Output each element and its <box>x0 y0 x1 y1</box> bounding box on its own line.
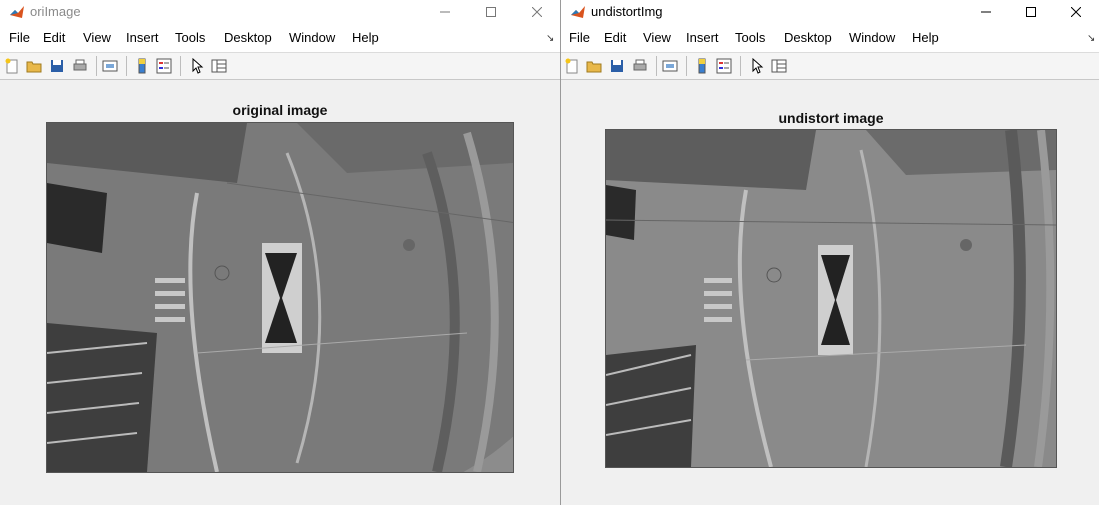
dock-arrow-icon[interactable]: ↘ <box>546 33 554 44</box>
figure-window-undistortimg: undistortImg File Edit View Insert Tools… <box>561 0 1099 505</box>
axes-title: original image <box>232 102 328 118</box>
menu-file[interactable]: File <box>569 30 590 46</box>
figure-toolbar <box>0 52 560 80</box>
title-bar[interactable]: undistortImg <box>561 0 1099 24</box>
minimize-button[interactable] <box>422 0 468 24</box>
minimize-button[interactable] <box>963 0 1009 24</box>
legend-icon[interactable] <box>715 57 733 75</box>
menu-window[interactable]: Window <box>849 30 895 46</box>
image-axes[interactable] <box>605 129 1057 468</box>
menu-view[interactable]: View <box>83 30 111 46</box>
menu-edit[interactable]: Edit <box>43 30 65 46</box>
menu-desktop[interactable]: Desktop <box>784 30 832 46</box>
close-button[interactable] <box>1053 0 1099 24</box>
axes-title: undistort image <box>778 110 884 126</box>
menu-edit[interactable]: Edit <box>604 30 626 46</box>
title-bar[interactable]: oriImage <box>0 0 560 24</box>
new-figure-icon[interactable] <box>563 57 581 75</box>
new-figure-icon[interactable] <box>3 57 21 75</box>
minimize-icon <box>981 11 991 13</box>
menu-window[interactable]: Window <box>289 30 335 46</box>
dock-arrow-icon[interactable]: ↘ <box>1087 33 1095 44</box>
menu-tools[interactable]: Tools <box>175 30 205 46</box>
property-inspector-icon[interactable] <box>210 57 228 75</box>
menu-bar: File Edit View Insert Tools Desktop Wind… <box>561 24 1099 52</box>
menu-insert[interactable]: Insert <box>686 30 719 46</box>
pointer-icon[interactable] <box>748 57 766 75</box>
save-icon[interactable] <box>48 57 66 75</box>
window-title: undistortImg <box>591 4 663 19</box>
close-icon <box>532 7 542 17</box>
maximize-icon <box>1026 7 1036 17</box>
menu-bar: File Edit View Insert Tools Desktop Wind… <box>0 24 560 52</box>
close-icon <box>1071 7 1081 17</box>
print-icon[interactable] <box>71 57 89 75</box>
legend-icon[interactable] <box>155 57 173 75</box>
menu-help[interactable]: Help <box>352 30 379 46</box>
maximize-icon <box>486 7 496 17</box>
print-icon[interactable] <box>631 57 649 75</box>
link-plot-icon[interactable] <box>661 57 679 75</box>
save-icon[interactable] <box>608 57 626 75</box>
menu-file[interactable]: File <box>9 30 30 46</box>
matlab-icon <box>10 6 24 18</box>
menu-tools[interactable]: Tools <box>735 30 765 46</box>
menu-view[interactable]: View <box>643 30 671 46</box>
maximize-button[interactable] <box>1008 0 1054 24</box>
close-button[interactable] <box>514 0 560 24</box>
minimize-icon <box>440 11 450 13</box>
pointer-icon[interactable] <box>188 57 206 75</box>
open-file-icon[interactable] <box>25 57 43 75</box>
menu-desktop[interactable]: Desktop <box>224 30 272 46</box>
menu-help[interactable]: Help <box>912 30 939 46</box>
matlab-icon <box>571 6 585 18</box>
maximize-button[interactable] <box>468 0 514 24</box>
fisheye-street-image-icon <box>47 123 513 472</box>
property-inspector-icon[interactable] <box>770 57 788 75</box>
window-title: oriImage <box>30 4 81 19</box>
figure-toolbar <box>561 52 1099 80</box>
colorbar-icon[interactable] <box>693 57 711 75</box>
figure-window-oriimage: oriImage File Edit View Insert Tools Des… <box>0 0 561 505</box>
menu-insert[interactable]: Insert <box>126 30 159 46</box>
open-file-icon[interactable] <box>585 57 603 75</box>
undistorted-street-image-icon <box>606 130 1056 467</box>
colorbar-icon[interactable] <box>133 57 151 75</box>
link-plot-icon[interactable] <box>101 57 119 75</box>
image-axes[interactable] <box>46 122 514 473</box>
